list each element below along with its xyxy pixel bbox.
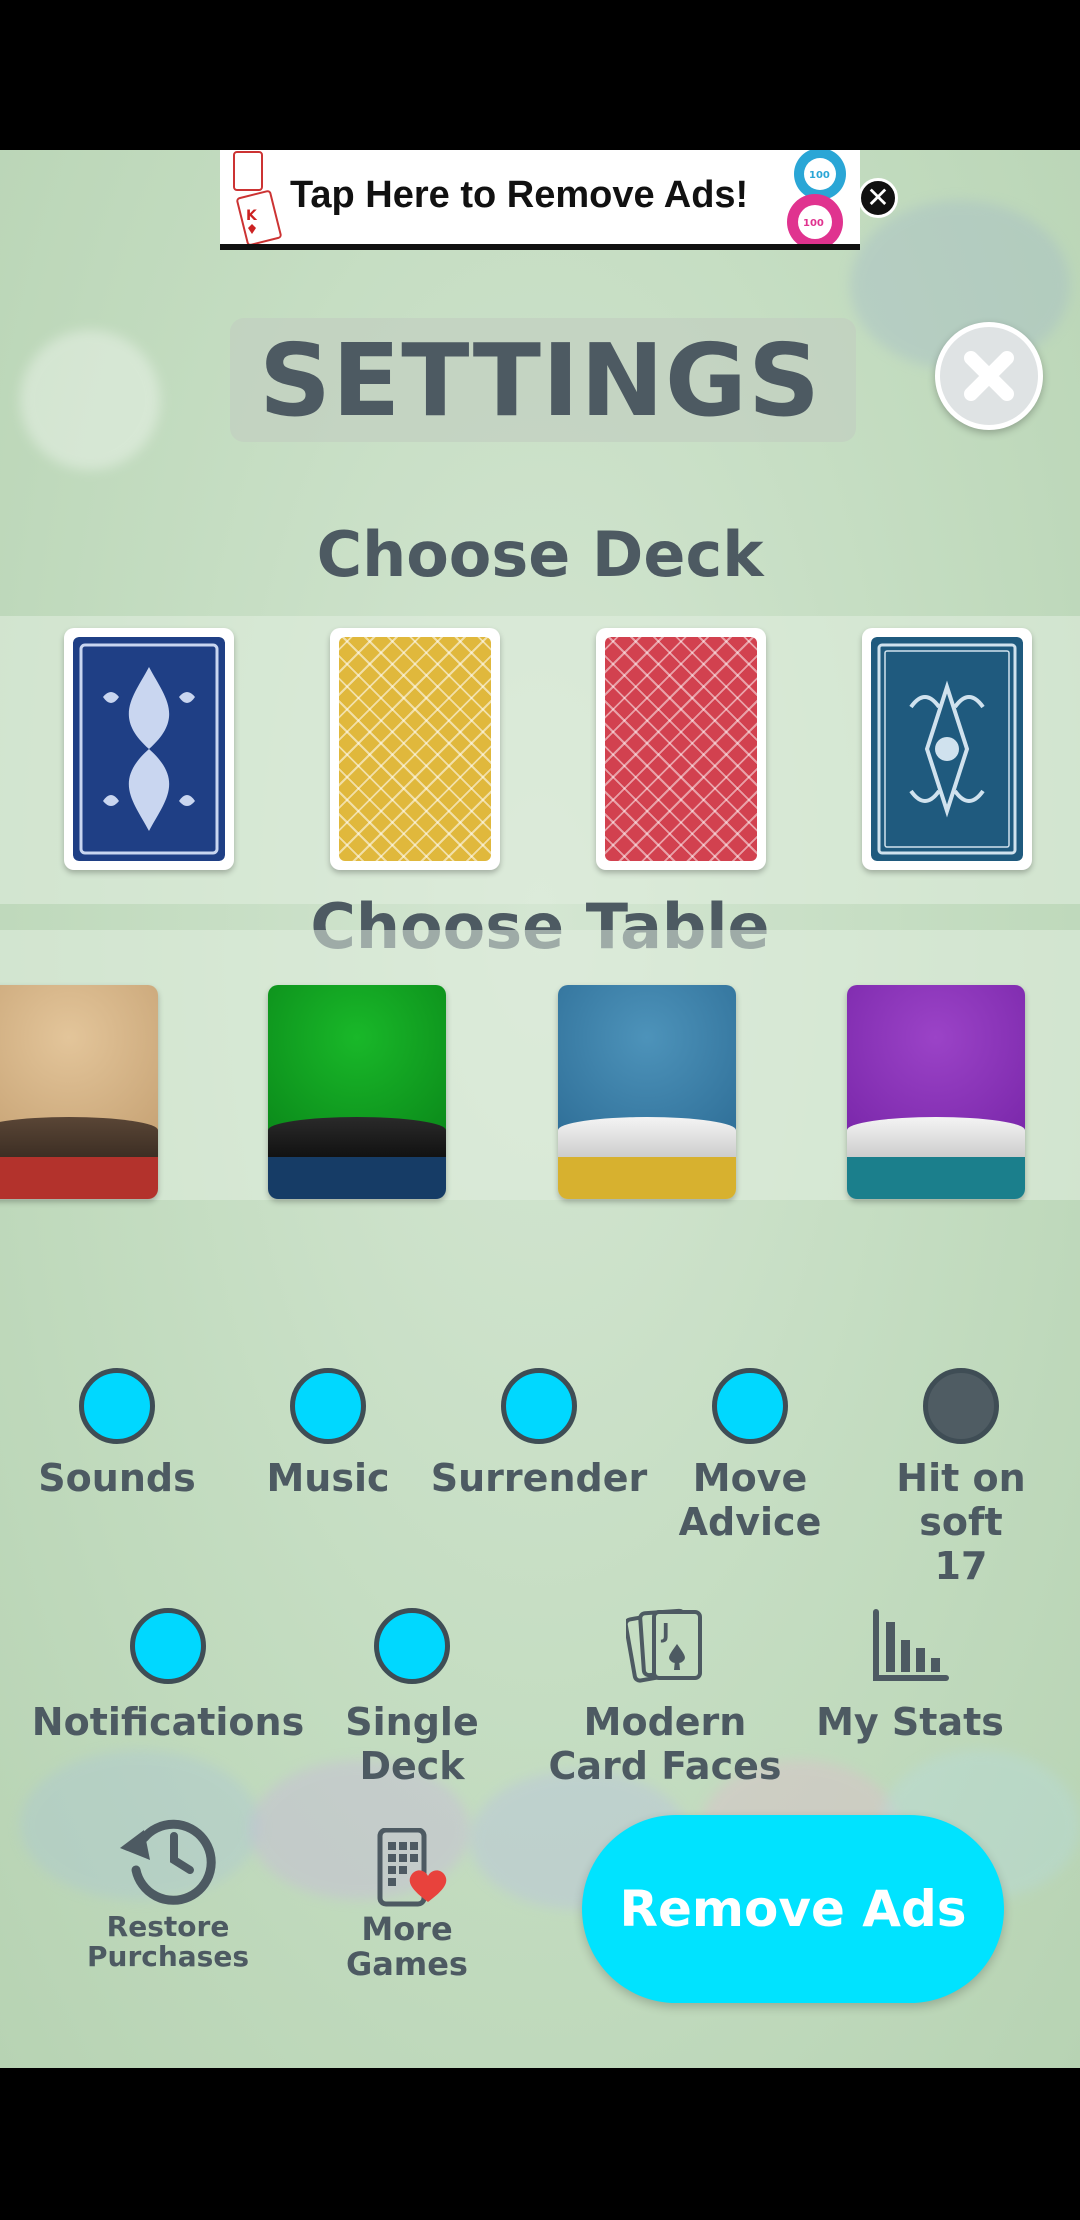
deck-option-yellow[interactable] bbox=[330, 628, 500, 870]
table-rail bbox=[847, 1117, 1025, 1161]
table-rail bbox=[558, 1117, 736, 1161]
modern-card-faces-label-line2: Card Faces bbox=[548, 1744, 782, 1788]
restore-purchases-label-line2: Purchases bbox=[86, 1940, 249, 1973]
svg-text:J: J bbox=[660, 1619, 669, 1643]
my-stats-label[interactable]: My Stats bbox=[810, 1700, 1010, 1744]
choose-deck-heading: Choose Deck bbox=[316, 518, 764, 591]
table-option-blue[interactable] bbox=[558, 985, 736, 1199]
phone-heart-icon[interactable] bbox=[376, 1828, 450, 1908]
table-option-green[interactable] bbox=[268, 985, 446, 1199]
notifications-toggle[interactable] bbox=[130, 1608, 206, 1684]
red-lattice-pattern bbox=[605, 637, 757, 861]
hit-soft-17-label: Hit on soft 17 bbox=[861, 1456, 1061, 1588]
green-felt bbox=[268, 985, 446, 1135]
restore-purchases-label-line1: Restore bbox=[106, 1910, 230, 1943]
table-option-purple[interactable] bbox=[847, 985, 1025, 1199]
surrender-toggle[interactable] bbox=[501, 1368, 577, 1444]
ornate-card-back-icon bbox=[73, 637, 225, 861]
deck-option-blue[interactable] bbox=[64, 628, 234, 870]
music-label: Music bbox=[266, 1456, 390, 1500]
svg-text:100: 100 bbox=[809, 170, 830, 181]
single-deck-label-line2: Deck bbox=[359, 1744, 465, 1788]
hit-soft-17-label-line1: Hit on bbox=[896, 1456, 1026, 1500]
sounds-toggle[interactable] bbox=[79, 1368, 155, 1444]
hit-soft-17-label-line2: soft bbox=[919, 1500, 1003, 1544]
more-games-label-line1: More bbox=[361, 1910, 453, 1948]
single-deck-label: Single Deck bbox=[312, 1700, 512, 1788]
svg-text:K: K bbox=[246, 208, 258, 224]
move-advice-label-line1: Move bbox=[692, 1456, 808, 1500]
deck-option-teal[interactable] bbox=[862, 628, 1032, 870]
svg-text:100: 100 bbox=[803, 218, 824, 229]
more-games-label-line2: Games bbox=[346, 1945, 468, 1983]
hit-soft-17-label-line3: 17 bbox=[934, 1544, 988, 1588]
blue-felt bbox=[558, 985, 736, 1135]
notifications-label: Notifications bbox=[31, 1700, 305, 1744]
table-base bbox=[847, 1157, 1025, 1199]
poker-chips-icon: 100 100 bbox=[787, 150, 846, 244]
move-advice-label: Move Advice bbox=[650, 1456, 850, 1544]
cards-icon[interactable]: J bbox=[626, 1606, 708, 1686]
playing-cards-icon: K bbox=[233, 151, 282, 244]
restore-purchases-label[interactable]: Restore Purchases bbox=[68, 1912, 268, 1972]
table-rail bbox=[268, 1117, 446, 1161]
bar-chart-icon[interactable] bbox=[870, 1608, 950, 1684]
move-advice-toggle[interactable] bbox=[712, 1368, 788, 1444]
deck-option-red[interactable] bbox=[596, 628, 766, 870]
ad-banner[interactable]: K Tap Here to Remove Ads! 100 100 bbox=[220, 150, 860, 250]
surrender-label: Surrender bbox=[430, 1456, 648, 1500]
ad-text[interactable]: Tap Here to Remove Ads! bbox=[290, 174, 748, 217]
table-base bbox=[268, 1157, 446, 1199]
tan-felt bbox=[0, 985, 158, 1135]
modern-card-faces-label-line1: Modern bbox=[583, 1700, 747, 1744]
ornate-card-back-icon bbox=[871, 637, 1023, 861]
history-icon[interactable] bbox=[114, 1808, 224, 1906]
table-base bbox=[0, 1157, 158, 1199]
single-deck-toggle[interactable] bbox=[374, 1608, 450, 1684]
page-title: SETTINGS bbox=[258, 322, 822, 439]
close-settings-button[interactable] bbox=[935, 322, 1043, 430]
table-rail bbox=[0, 1117, 158, 1161]
yellow-lattice-pattern bbox=[339, 637, 491, 861]
purple-felt bbox=[847, 985, 1025, 1135]
hit-soft-17-toggle[interactable] bbox=[923, 1368, 999, 1444]
music-toggle[interactable] bbox=[290, 1368, 366, 1444]
table-option-tan[interactable] bbox=[0, 985, 158, 1199]
more-games-label[interactable]: More Games bbox=[307, 1912, 507, 1982]
table-base bbox=[558, 1157, 736, 1199]
modern-card-faces-label[interactable]: Modern Card Faces bbox=[540, 1700, 790, 1788]
sounds-label: Sounds bbox=[38, 1456, 196, 1500]
single-deck-label-line1: Single bbox=[345, 1700, 479, 1744]
remove-ads-button[interactable]: Remove Ads bbox=[582, 1815, 1004, 2003]
move-advice-label-line2: Advice bbox=[678, 1500, 822, 1544]
close-icon bbox=[964, 351, 1014, 401]
ad-close-icon[interactable]: ✕ bbox=[858, 178, 898, 218]
